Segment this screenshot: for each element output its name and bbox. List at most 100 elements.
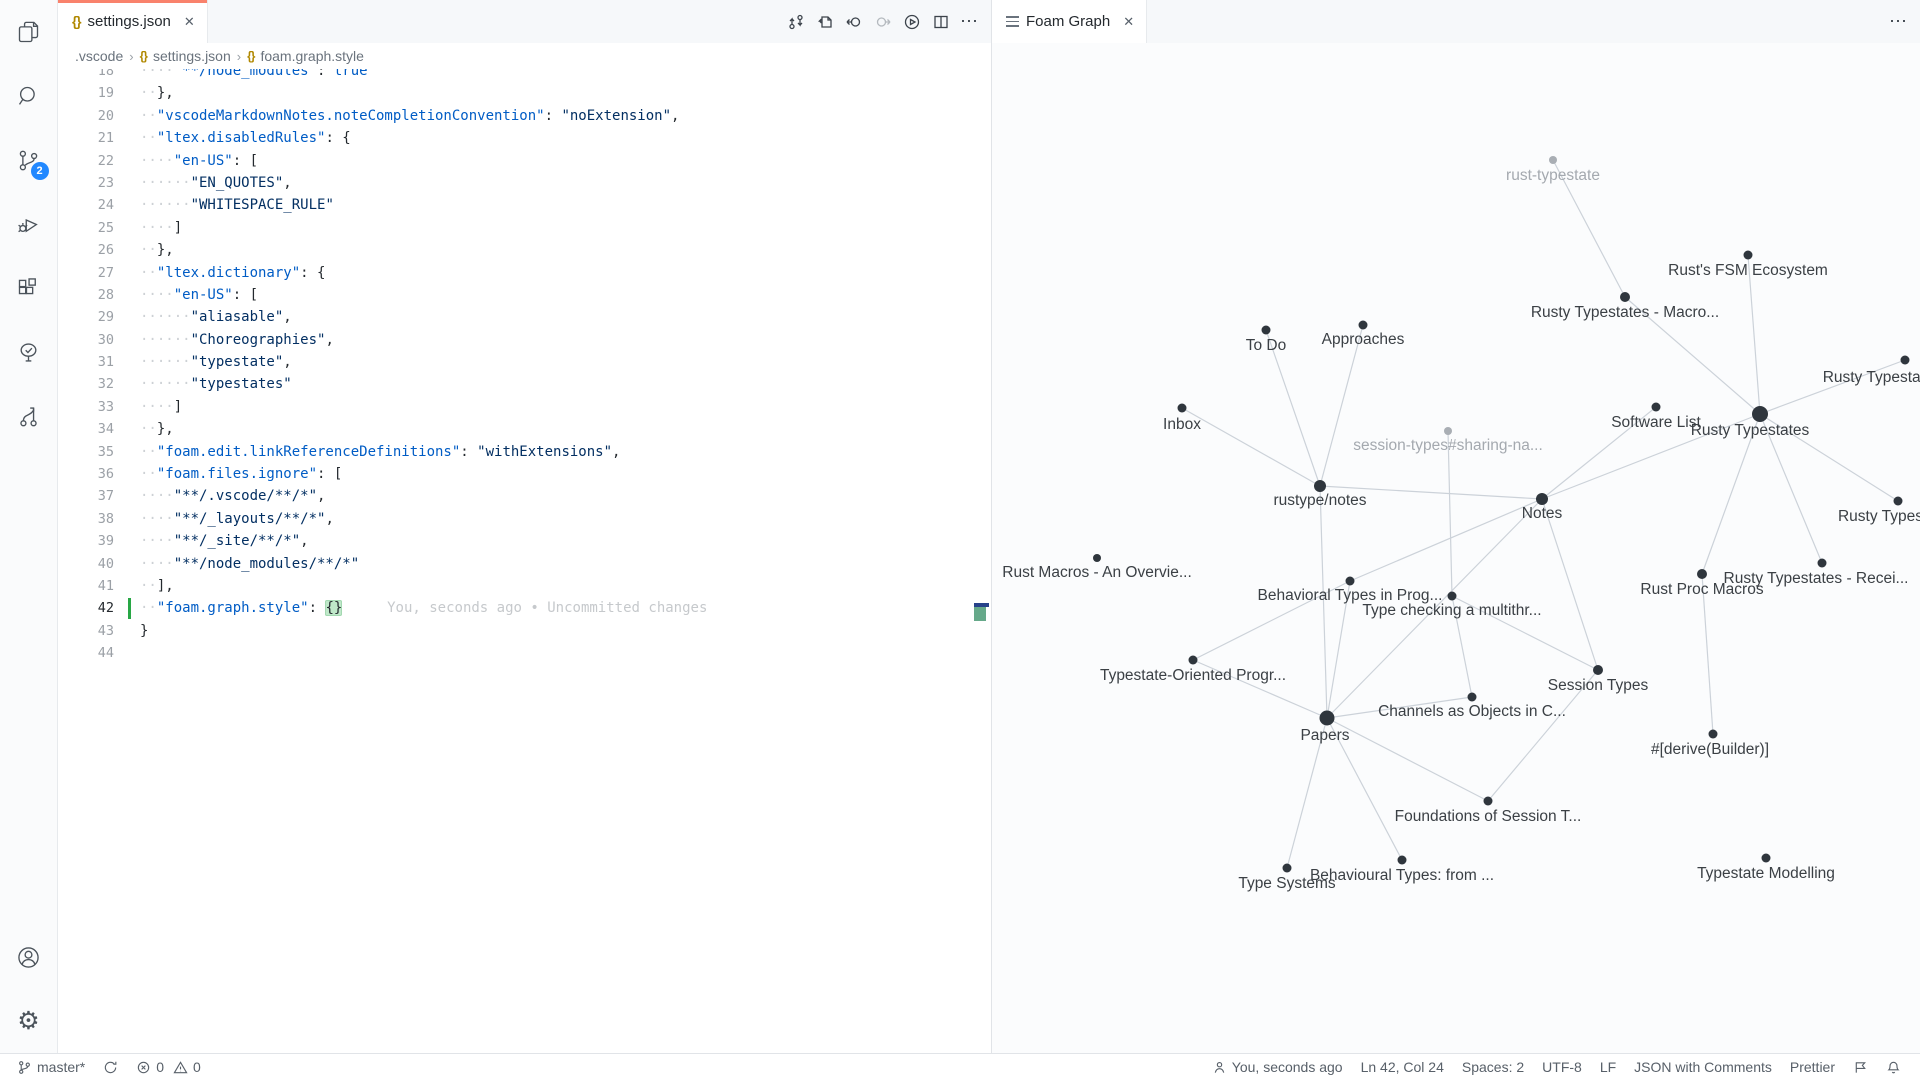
graph-edge [1350, 499, 1542, 581]
code-line-24[interactable]: 24······"WHITESPACE_RULE" [58, 194, 991, 216]
breadcrumb-symbol[interactable]: foam.graph.style [260, 48, 364, 64]
git-branch-status[interactable]: master* [8, 1054, 94, 1080]
code-line-41[interactable]: 41··], [58, 575, 991, 597]
formatter-status[interactable]: Prettier [1781, 1054, 1844, 1080]
code-line-21[interactable]: 21··"ltex.disabledRules": { [58, 127, 991, 149]
graph-node-label: Rust Macros - An Overvie... [1002, 564, 1192, 581]
code-line-42[interactable]: 42··"foam.graph.style": {}You, seconds a… [58, 597, 991, 619]
language-mode-status[interactable]: JSON with Comments [1625, 1054, 1781, 1080]
graph-node-inbox[interactable] [1178, 404, 1187, 413]
line-number: 37 [58, 485, 128, 507]
foam-graph-canvas[interactable]: rust-typestateRust's FSM EcosystemRusty … [992, 43, 1920, 1053]
problems-status[interactable]: 0 0 [127, 1054, 210, 1080]
notifications-status[interactable] [1877, 1054, 1910, 1080]
settings-gear-icon[interactable]: ⚙ [0, 989, 58, 1053]
gitlens-icon[interactable] [0, 384, 58, 448]
code-line-39[interactable]: 39····"**/_site/**/*", [58, 530, 991, 552]
graph-node-rust-macros[interactable] [1093, 554, 1101, 562]
tab-close-icon[interactable]: ✕ [1123, 14, 1134, 30]
code-line-43[interactable]: 43} [58, 620, 991, 642]
code-line-25[interactable]: 25····] [58, 217, 991, 239]
account-icon[interactable] [0, 925, 58, 989]
bell-icon [1886, 1060, 1901, 1075]
graph-node-approaches[interactable] [1359, 321, 1368, 330]
graph-node-channels[interactable] [1468, 693, 1477, 702]
code-line-30[interactable]: 30······"Choreographies", [58, 329, 991, 351]
more-actions-icon[interactable]: ⋯ [960, 11, 979, 32]
code-line-33[interactable]: 33····] [58, 396, 991, 418]
graph-node-rt-macro[interactable] [1620, 292, 1630, 302]
code-text: ··"ltex.dictionary": { [140, 262, 325, 284]
code-line-19[interactable]: 19··}, [58, 82, 991, 104]
search-icon[interactable] [0, 64, 58, 128]
code-line-23[interactable]: 23······"EN_QUOTES", [58, 172, 991, 194]
blame-status[interactable]: You, seconds ago [1203, 1054, 1352, 1080]
graph-node-todo[interactable] [1262, 326, 1271, 335]
code-line-28[interactable]: 28····"en-US": [ [58, 284, 991, 306]
graph-node-rt-hub[interactable] [1752, 406, 1768, 422]
tab-close-icon[interactable]: ✕ [184, 14, 195, 30]
split-editor-icon[interactable] [931, 12, 950, 31]
graph-node-typestate-modelling[interactable] [1762, 854, 1771, 863]
code-line-35[interactable]: 35··"foam.edit.linkReferenceDefinitions"… [58, 441, 991, 463]
extensions-icon[interactable] [0, 256, 58, 320]
graph-node-rustype-notes[interactable] [1314, 480, 1326, 492]
sync-status[interactable] [94, 1054, 127, 1080]
code-editor[interactable]: 18····"**/node_modules": true19··},20··"… [58, 69, 991, 1053]
graph-node-derive-builder[interactable] [1709, 730, 1718, 739]
tab-settings-json[interactable]: {} settings.json ✕ [58, 0, 208, 43]
graph-node-session-types[interactable] [1444, 427, 1452, 435]
run-icon[interactable] [902, 12, 921, 31]
code-line-44[interactable]: 44 [58, 642, 991, 664]
source-control-icon[interactable]: 2 [0, 128, 58, 192]
graph-node-label: Type checking a multithr... [1362, 602, 1541, 619]
graph-node-rust-typestate[interactable] [1549, 156, 1557, 164]
code-line-32[interactable]: 32······"typestates" [58, 373, 991, 395]
code-line-34[interactable]: 34··}, [58, 418, 991, 440]
compare-changes-icon[interactable] [786, 12, 805, 31]
git-gutter [128, 441, 140, 463]
code-line-27[interactable]: 27··"ltex.dictionary": { [58, 262, 991, 284]
graph-node-notes[interactable] [1536, 493, 1548, 505]
indentation-status[interactable]: Spaces: 2 [1453, 1054, 1533, 1080]
breadcrumb-file[interactable]: settings.json [153, 48, 231, 64]
code-line-37[interactable]: 37····"**/.vscode/**/*", [58, 485, 991, 507]
graph-node-typestate-oriented[interactable] [1189, 656, 1198, 665]
code-line-26[interactable]: 26··}, [58, 239, 991, 261]
code-line-29[interactable]: 29······"aliasable", [58, 306, 991, 328]
code-line-36[interactable]: 36··"foam.files.ignore": [ [58, 463, 991, 485]
code-line-22[interactable]: 22····"en-US": [ [58, 150, 991, 172]
graph-node-type-checking[interactable] [1448, 592, 1457, 601]
scm-badge: 2 [31, 162, 49, 180]
more-actions-icon[interactable]: ⋯ [1889, 11, 1908, 32]
graph-node-type-systems[interactable] [1283, 864, 1292, 873]
explorer-icon[interactable] [0, 0, 58, 64]
run-debug-icon[interactable] [0, 192, 58, 256]
graph-node-rt-right[interactable] [1901, 356, 1910, 365]
code-line-18[interactable]: 18····"**/node_modules": true [58, 69, 991, 82]
code-line-40[interactable]: 40····"**/node_modules/**/*" [58, 553, 991, 575]
graph-node-papers[interactable] [1320, 711, 1335, 726]
graph-node-behavioural-from[interactable] [1398, 856, 1407, 865]
graph-node-software-list[interactable] [1652, 403, 1661, 412]
tab-foam-graph[interactable]: Foam Graph ✕ [992, 0, 1147, 43]
open-preview-icon[interactable] [815, 12, 834, 31]
breadcrumb-folder[interactable]: .vscode [75, 48, 123, 64]
graph-node-rt-recei[interactable] [1818, 559, 1827, 568]
navigate-forward-icon[interactable] [873, 12, 892, 31]
graph-node-foundations[interactable] [1484, 797, 1493, 806]
graph-node-session-types-node[interactable] [1593, 665, 1603, 675]
code-line-31[interactable]: 31······"typestate", [58, 351, 991, 373]
graph-node-rusts-fsm[interactable] [1744, 251, 1753, 260]
graph-node-behavioral-types[interactable] [1346, 577, 1355, 586]
graph-node-rt-mid-right[interactable] [1894, 497, 1903, 506]
navigate-back-icon[interactable] [844, 12, 863, 31]
cursor-position-status[interactable]: Ln 42, Col 24 [1352, 1054, 1453, 1080]
graph-node-rust-proc[interactable] [1697, 569, 1707, 579]
todo-tree-icon[interactable] [0, 320, 58, 384]
feedback-status[interactable] [1844, 1054, 1877, 1080]
code-line-20[interactable]: 20··"vscodeMarkdownNotes.noteCompletionC… [58, 105, 991, 127]
code-line-38[interactable]: 38····"**/_layouts/**/*", [58, 508, 991, 530]
eol-status[interactable]: LF [1591, 1054, 1625, 1080]
encoding-status[interactable]: UTF-8 [1533, 1054, 1591, 1080]
